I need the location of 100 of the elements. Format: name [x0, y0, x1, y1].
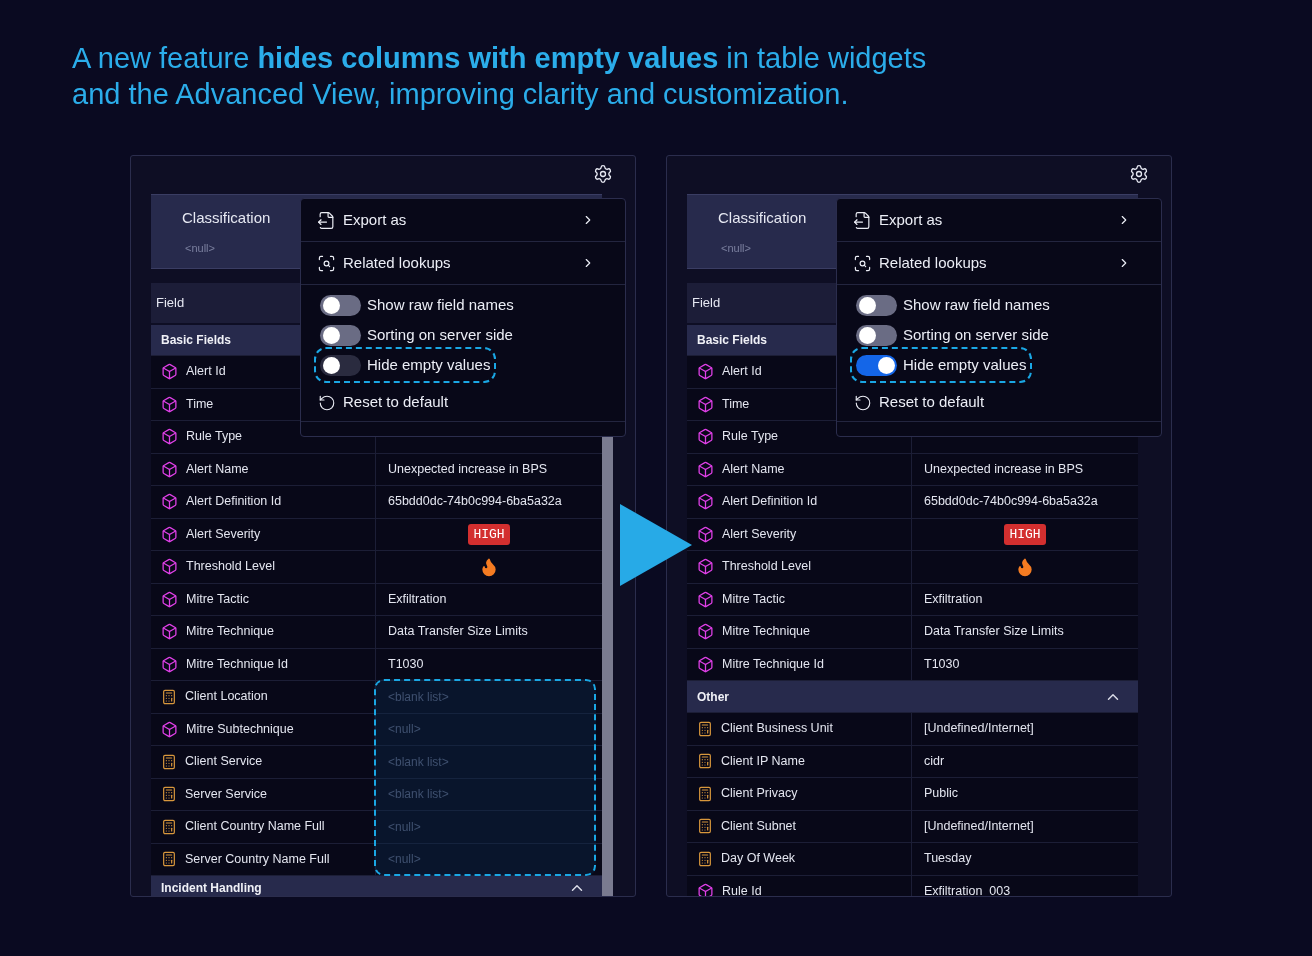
calculator-icon [697, 818, 713, 835]
cube-icon [697, 590, 714, 608]
field-name: Mitre Subtechnique [186, 720, 294, 738]
header-label: Field [692, 294, 721, 313]
field-name: Mitre Tactic [722, 590, 785, 608]
field-name: Server Country Name Full [185, 850, 330, 868]
column-title: Classification [182, 208, 271, 228]
field-name: Alert Id [722, 363, 762, 381]
field-value: Unexpected increase in BPS [924, 460, 1084, 478]
field-name: Alert Name [722, 460, 785, 478]
field-name: Mitre Tactic [186, 590, 249, 608]
cube-icon [697, 460, 714, 478]
cube-icon [161, 493, 178, 511]
field-name: Day Of Week [721, 850, 796, 868]
field-name: Alert Id [186, 363, 226, 381]
group-header[interactable]: Incident Handling [151, 876, 602, 896]
toggle-switch[interactable] [856, 354, 897, 376]
field-name: Client Location [185, 688, 268, 706]
lookup-icon [853, 253, 872, 273]
field-name: Alert Definition Id [186, 493, 282, 511]
cube-icon [697, 525, 714, 543]
cube-icon [161, 428, 178, 446]
cube-icon [697, 493, 714, 511]
group-title: Basic Fields [697, 332, 768, 349]
settings-icon[interactable] [1129, 164, 1149, 184]
calculator-icon [161, 688, 177, 705]
field-name: Time [722, 395, 750, 413]
cube-icon [161, 363, 178, 381]
empty-value: <null> [388, 721, 421, 739]
calculator-icon [161, 786, 177, 803]
group-header[interactable]: Other [687, 681, 1138, 713]
toggle-label: Show raw field names [903, 294, 1050, 315]
field-name: Rule Type [722, 428, 779, 446]
empty-value: <null> [388, 851, 421, 869]
severity-badge: HIGH [1004, 523, 1046, 545]
settings-icon[interactable] [593, 164, 613, 184]
toggle-switch[interactable] [320, 354, 361, 376]
null-value: <null> [184, 240, 215, 256]
cube-icon [697, 558, 714, 576]
field-name: Threshold Level [186, 558, 275, 576]
cube-icon [161, 395, 178, 413]
field-value: [Undefined/Internet] [924, 720, 1034, 738]
calculator-icon [697, 753, 713, 770]
toggle-label: Show raw field names [367, 294, 514, 315]
cube-icon [161, 655, 178, 673]
menu-item[interactable]: Related lookups [837, 242, 1161, 285]
field-name: Client Country Name Full [185, 818, 325, 836]
field-name: Mitre Technique [186, 623, 274, 641]
toggle-label: Hide empty values [903, 354, 1027, 375]
menu-item[interactable]: Reset to default [301, 384, 625, 422]
field-name: Rule Id [722, 882, 762, 896]
empty-value: <blank list> [388, 786, 449, 804]
field-name: Mitre Technique Id [722, 655, 824, 673]
field-value: 65bdd0dc-74b0c994-6ba5a32a [388, 493, 562, 511]
empty-value: <blank list> [388, 753, 449, 771]
cube-icon [161, 623, 178, 641]
flame-icon [479, 556, 499, 577]
calculator-icon [697, 720, 713, 737]
field-name: Server Service [185, 785, 267, 803]
field-name: Alert Severity [722, 525, 797, 543]
empty-value: <null> [388, 818, 421, 836]
field-value: T1030 [924, 655, 960, 673]
field-value: T1030 [388, 655, 424, 673]
field-name: Alert Severity [186, 525, 261, 543]
severity-badge: HIGH [468, 523, 510, 545]
cube-icon [161, 590, 178, 608]
flame-icon [1015, 556, 1035, 577]
field-name: Client Privacy [721, 785, 798, 803]
headline: A new feature hides columns with empty values in table widgets [72, 41, 928, 76]
menu-item[interactable]: Reset to default [837, 384, 1161, 422]
cube-icon [697, 623, 714, 641]
toggle-label: Sorting on server side [367, 324, 513, 345]
export-icon [317, 210, 336, 230]
field-name: Alert Definition Id [722, 493, 818, 511]
field-name: Client IP Name [721, 752, 805, 770]
toggle-label: Hide empty values [367, 354, 491, 375]
calculator-icon [697, 785, 713, 802]
field-name: Client Subnet [721, 817, 797, 835]
headline: and the Advanced View, improving clarity and customization. [72, 77, 850, 112]
cube-icon [697, 395, 714, 413]
field-value: Public [924, 785, 959, 803]
field-name: Threshold Level [722, 558, 811, 576]
field-name: Alert Name [186, 460, 249, 478]
menu-item[interactable]: Export as [301, 199, 625, 242]
field-name: Mitre Technique Id [186, 655, 288, 673]
toggle-switch[interactable] [856, 324, 897, 346]
field-value: [Undefined/Internet] [924, 817, 1034, 835]
menu-item[interactable]: Export as [837, 199, 1161, 242]
field-value: Unexpected increase in BPS [388, 460, 548, 478]
toggle-switch[interactable] [320, 324, 361, 346]
field-value: Tuesday [924, 850, 972, 868]
scrollbar[interactable] [602, 437, 613, 896]
field-value: cidr [924, 752, 945, 770]
toggle-switch[interactable] [856, 294, 897, 316]
null-value: <null> [720, 240, 751, 256]
calculator-icon [161, 818, 177, 835]
calculator-icon [697, 850, 713, 867]
reset-icon [854, 393, 872, 412]
menu-item[interactable]: Related lookups [301, 242, 625, 285]
toggle-switch[interactable] [320, 294, 361, 316]
